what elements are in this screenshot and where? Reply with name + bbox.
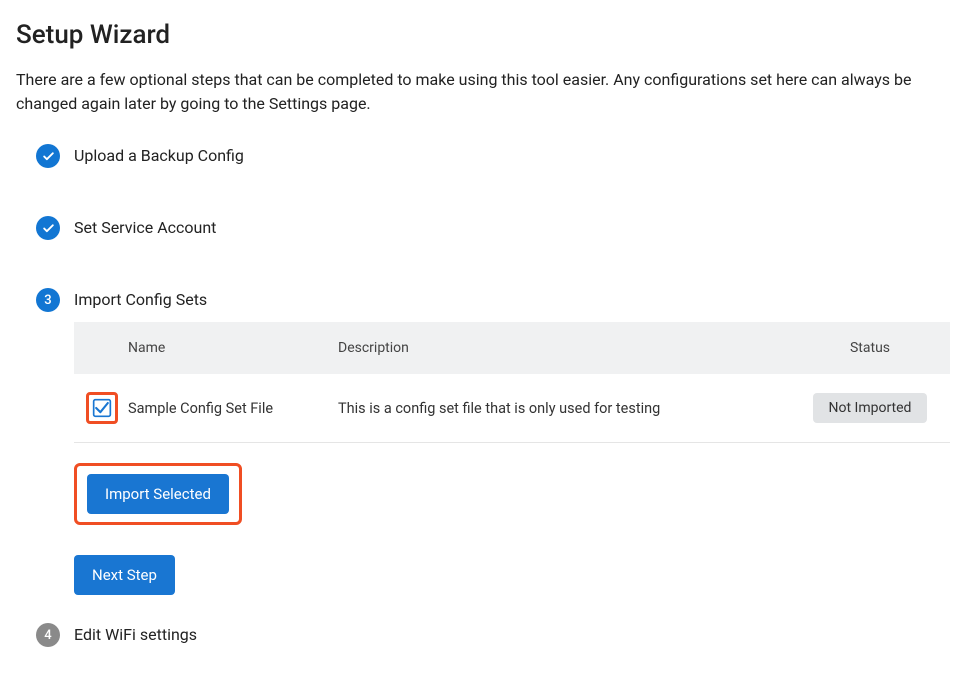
step-edit-wifi-settings: 4 Edit WiFi settings: [36, 623, 950, 665]
page-title: Setup Wizard: [16, 20, 950, 50]
highlight-annotation: [86, 392, 118, 424]
import-selected-button[interactable]: Import Selected: [87, 474, 229, 514]
col-header-checkbox: [74, 322, 128, 374]
step-marker-pending: 4: [36, 623, 60, 647]
row-description: This is a config set file that is only u…: [328, 374, 790, 443]
page-description: There are a few optional steps that can …: [16, 68, 950, 116]
config-sets-table: Name Description Status: [74, 322, 950, 443]
step-upload-backup: Upload a Backup Config: [36, 144, 950, 216]
col-header-name: Name: [128, 322, 328, 374]
table-header-row: Name Description Status: [74, 322, 950, 374]
step-label: Upload a Backup Config: [74, 144, 950, 168]
step-import-config-sets: 3 Import Config Sets Name Description St…: [36, 288, 950, 623]
row-name: Sample Config Set File: [128, 374, 328, 443]
step-set-service-account: Set Service Account: [36, 216, 950, 288]
step-label: Set Service Account: [74, 216, 950, 240]
row-checkbox[interactable]: [92, 398, 112, 418]
col-header-description: Description: [328, 322, 790, 374]
check-icon: [42, 222, 55, 235]
step-marker-current: 3: [36, 288, 60, 312]
status-badge: Not Imported: [813, 393, 928, 423]
highlight-annotation: Import Selected: [74, 463, 242, 525]
next-step-button[interactable]: Next Step: [74, 555, 175, 595]
table-row: Sample Config Set File This is a config …: [74, 374, 950, 443]
setup-stepper: Upload a Backup Config Set Service Accou…: [16, 144, 950, 665]
step-marker-done: [36, 216, 60, 240]
step-marker-done: [36, 144, 60, 168]
check-icon: [42, 150, 55, 163]
config-sets-panel: Name Description Status: [74, 322, 950, 595]
step-label: Import Config Sets: [74, 288, 950, 312]
step-label: Edit WiFi settings: [74, 623, 950, 647]
col-header-status: Status: [790, 322, 950, 374]
